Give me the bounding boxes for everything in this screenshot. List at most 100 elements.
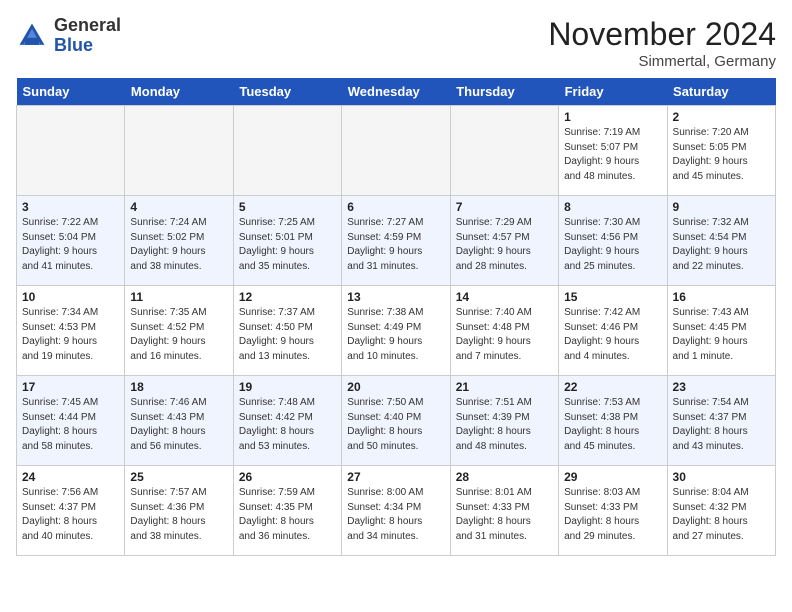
calendar-cell: 13Sunrise: 7:38 AM Sunset: 4:49 PM Dayli… bbox=[342, 286, 450, 376]
day-number: 4 bbox=[130, 200, 227, 214]
day-number: 1 bbox=[564, 110, 661, 124]
day-number: 11 bbox=[130, 290, 227, 304]
logo-text: General Blue bbox=[54, 16, 121, 56]
weekday-header-sunday: Sunday bbox=[17, 78, 125, 106]
day-info: Sunrise: 7:43 AM Sunset: 4:45 PM Dayligh… bbox=[673, 306, 770, 364]
calendar-cell bbox=[125, 106, 233, 196]
calendar-cell: 21 Sunrise: 7:51 AM Sunset: 4:39 PM Dayli… bbox=[450, 376, 558, 466]
calendar-cell: 9 Sunrise: 7:32 AM Sunset: 4:54 PM Daylig… bbox=[667, 196, 775, 286]
calendar-cell: 10 Sunrise: 7:34 AM Sunset: 4:53 PM Dayli… bbox=[17, 286, 125, 376]
calendar-cell: 26 Sunrise: 7:59 AM Sunset: 4:35 PM Dayli… bbox=[233, 466, 341, 556]
day-number: 3 bbox=[22, 200, 119, 214]
calendar-cell: 27 Sunrise: 8:00 AM Sunset: 4:34 PM Dayli… bbox=[342, 466, 450, 556]
weekday-header-thursday: Thursday bbox=[450, 78, 558, 106]
header: General Blue November 2024 Simmertal, Ge… bbox=[16, 16, 776, 70]
calendar-cell: 4 Sunrise: 7:24 AM Sunset: 5:02 PM Daylig… bbox=[125, 196, 233, 286]
day-info: Sunrise: 7:53 AM Sunset: 4:38 PM Dayligh… bbox=[564, 396, 661, 454]
day-number: 16 bbox=[673, 290, 770, 304]
calendar-cell: 7Sunrise: 7:29 AM Sunset: 4:57 PM Daylig… bbox=[450, 196, 558, 286]
day-info: Sunrise: 8:04 AM Sunset: 4:32 PM Dayligh… bbox=[673, 486, 770, 544]
calendar-cell: 29Sunrise: 8:03 AM Sunset: 4:33 PM Dayli… bbox=[559, 466, 667, 556]
calendar-cell bbox=[17, 106, 125, 196]
calendar-cell: 2 Sunrise: 7:20 AM Sunset: 5:05 PM Daylig… bbox=[667, 106, 775, 196]
day-info: Sunrise: 7:22 AM Sunset: 5:04 PM Dayligh… bbox=[22, 216, 119, 274]
day-number: 22 bbox=[564, 380, 661, 394]
day-number: 10 bbox=[22, 290, 119, 304]
weekday-header-row: SundayMondayTuesdayWednesdayThursdayFrid… bbox=[17, 78, 776, 106]
day-number: 26 bbox=[239, 470, 336, 484]
calendar-cell: 24 Sunrise: 7:56 AM Sunset: 4:37 PM Dayli… bbox=[17, 466, 125, 556]
day-info: Sunrise: 7:59 AM Sunset: 4:35 PM Dayligh… bbox=[239, 486, 336, 544]
calendar-cell: 19Sunrise: 7:48 AM Sunset: 4:42 PM Dayli… bbox=[233, 376, 341, 466]
calendar-cell: 14Sunrise: 7:40 AM Sunset: 4:48 PM Dayli… bbox=[450, 286, 558, 376]
calendar-cell: 18 Sunrise: 7:46 AM Sunset: 4:43 PM Dayli… bbox=[125, 376, 233, 466]
day-number: 18 bbox=[130, 380, 227, 394]
calendar-cell: 1 Sunrise: 7:19 AM Sunset: 5:07 PM Daylig… bbox=[559, 106, 667, 196]
day-info: Sunrise: 7:27 AM Sunset: 4:59 PM Dayligh… bbox=[347, 216, 444, 274]
day-number: 21 bbox=[456, 380, 553, 394]
calendar-week-1: 1 Sunrise: 7:19 AM Sunset: 5:07 PM Daylig… bbox=[17, 106, 776, 196]
day-number: 25 bbox=[130, 470, 227, 484]
month-title: November 2024 bbox=[548, 16, 776, 53]
day-info: Sunrise: 7:46 AM Sunset: 4:43 PM Dayligh… bbox=[130, 396, 227, 454]
calendar-body: 1 Sunrise: 7:19 AM Sunset: 5:07 PM Daylig… bbox=[17, 106, 776, 556]
weekday-header-tuesday: Tuesday bbox=[233, 78, 341, 106]
calendar-week-2: 3 Sunrise: 7:22 AM Sunset: 5:04 PM Daylig… bbox=[17, 196, 776, 286]
day-number: 27 bbox=[347, 470, 444, 484]
day-info: Sunrise: 8:01 AM Sunset: 4:33 PM Dayligh… bbox=[456, 486, 553, 544]
calendar-cell: 3 Sunrise: 7:22 AM Sunset: 5:04 PM Daylig… bbox=[17, 196, 125, 286]
calendar-cell: 16 Sunrise: 7:43 AM Sunset: 4:45 PM Dayli… bbox=[667, 286, 775, 376]
day-number: 2 bbox=[673, 110, 770, 124]
day-info: Sunrise: 7:51 AM Sunset: 4:39 PM Dayligh… bbox=[456, 396, 553, 454]
weekday-header-friday: Friday bbox=[559, 78, 667, 106]
calendar-cell: 22 Sunrise: 7:53 AM Sunset: 4:38 PM Dayli… bbox=[559, 376, 667, 466]
day-info: Sunrise: 7:35 AM Sunset: 4:52 PM Dayligh… bbox=[130, 306, 227, 364]
day-info: Sunrise: 7:19 AM Sunset: 5:07 PM Dayligh… bbox=[564, 126, 661, 184]
calendar-week-4: 17Sunrise: 7:45 AM Sunset: 4:44 PM Dayli… bbox=[17, 376, 776, 466]
day-number: 5 bbox=[239, 200, 336, 214]
calendar-cell: 28 Sunrise: 8:01 AM Sunset: 4:33 PM Dayli… bbox=[450, 466, 558, 556]
logo-icon bbox=[16, 20, 48, 52]
calendar-cell: 17Sunrise: 7:45 AM Sunset: 4:44 PM Dayli… bbox=[17, 376, 125, 466]
day-info: Sunrise: 7:54 AM Sunset: 4:37 PM Dayligh… bbox=[673, 396, 770, 454]
calendar-cell: 25 Sunrise: 7:57 AM Sunset: 4:36 PM Dayli… bbox=[125, 466, 233, 556]
day-number: 29 bbox=[564, 470, 661, 484]
calendar-week-3: 10 Sunrise: 7:34 AM Sunset: 4:53 PM Dayli… bbox=[17, 286, 776, 376]
day-info: Sunrise: 7:56 AM Sunset: 4:37 PM Dayligh… bbox=[22, 486, 119, 544]
day-number: 12 bbox=[239, 290, 336, 304]
day-number: 9 bbox=[673, 200, 770, 214]
calendar-week-5: 24 Sunrise: 7:56 AM Sunset: 4:37 PM Dayli… bbox=[17, 466, 776, 556]
day-number: 17 bbox=[22, 380, 119, 394]
calendar-table: SundayMondayTuesdayWednesdayThursdayFrid… bbox=[16, 78, 776, 556]
calendar-cell: 6 Sunrise: 7:27 AM Sunset: 4:59 PM Daylig… bbox=[342, 196, 450, 286]
day-number: 14 bbox=[456, 290, 553, 304]
calendar-cell: 8Sunrise: 7:30 AM Sunset: 4:56 PM Daylig… bbox=[559, 196, 667, 286]
day-info: Sunrise: 7:25 AM Sunset: 5:01 PM Dayligh… bbox=[239, 216, 336, 274]
weekday-header-monday: Monday bbox=[125, 78, 233, 106]
calendar-cell: 12 Sunrise: 7:37 AM Sunset: 4:50 PM Dayli… bbox=[233, 286, 341, 376]
calendar-cell: 30 Sunrise: 8:04 AM Sunset: 4:32 PM Dayli… bbox=[667, 466, 775, 556]
calendar-cell: 11 Sunrise: 7:35 AM Sunset: 4:52 PM Dayli… bbox=[125, 286, 233, 376]
day-info: Sunrise: 7:32 AM Sunset: 4:54 PM Dayligh… bbox=[673, 216, 770, 274]
day-number: 6 bbox=[347, 200, 444, 214]
logo: General Blue bbox=[16, 16, 121, 56]
day-info: Sunrise: 7:57 AM Sunset: 4:36 PM Dayligh… bbox=[130, 486, 227, 544]
day-number: 28 bbox=[456, 470, 553, 484]
day-number: 24 bbox=[22, 470, 119, 484]
calendar-cell: 23Sunrise: 7:54 AM Sunset: 4:37 PM Dayli… bbox=[667, 376, 775, 466]
calendar-cell: 5 Sunrise: 7:25 AM Sunset: 5:01 PM Daylig… bbox=[233, 196, 341, 286]
day-number: 20 bbox=[347, 380, 444, 394]
day-info: Sunrise: 7:38 AM Sunset: 4:49 PM Dayligh… bbox=[347, 306, 444, 364]
day-info: Sunrise: 8:00 AM Sunset: 4:34 PM Dayligh… bbox=[347, 486, 444, 544]
day-info: Sunrise: 7:37 AM Sunset: 4:50 PM Dayligh… bbox=[239, 306, 336, 364]
day-info: Sunrise: 7:34 AM Sunset: 4:53 PM Dayligh… bbox=[22, 306, 119, 364]
calendar-cell bbox=[450, 106, 558, 196]
day-number: 30 bbox=[673, 470, 770, 484]
weekday-header-saturday: Saturday bbox=[667, 78, 775, 106]
weekday-header-wednesday: Wednesday bbox=[342, 78, 450, 106]
title-area: November 2024 Simmertal, Germany bbox=[548, 16, 776, 70]
day-number: 19 bbox=[239, 380, 336, 394]
day-info: Sunrise: 7:20 AM Sunset: 5:05 PM Dayligh… bbox=[673, 126, 770, 184]
day-number: 8 bbox=[564, 200, 661, 214]
day-info: Sunrise: 7:24 AM Sunset: 5:02 PM Dayligh… bbox=[130, 216, 227, 274]
